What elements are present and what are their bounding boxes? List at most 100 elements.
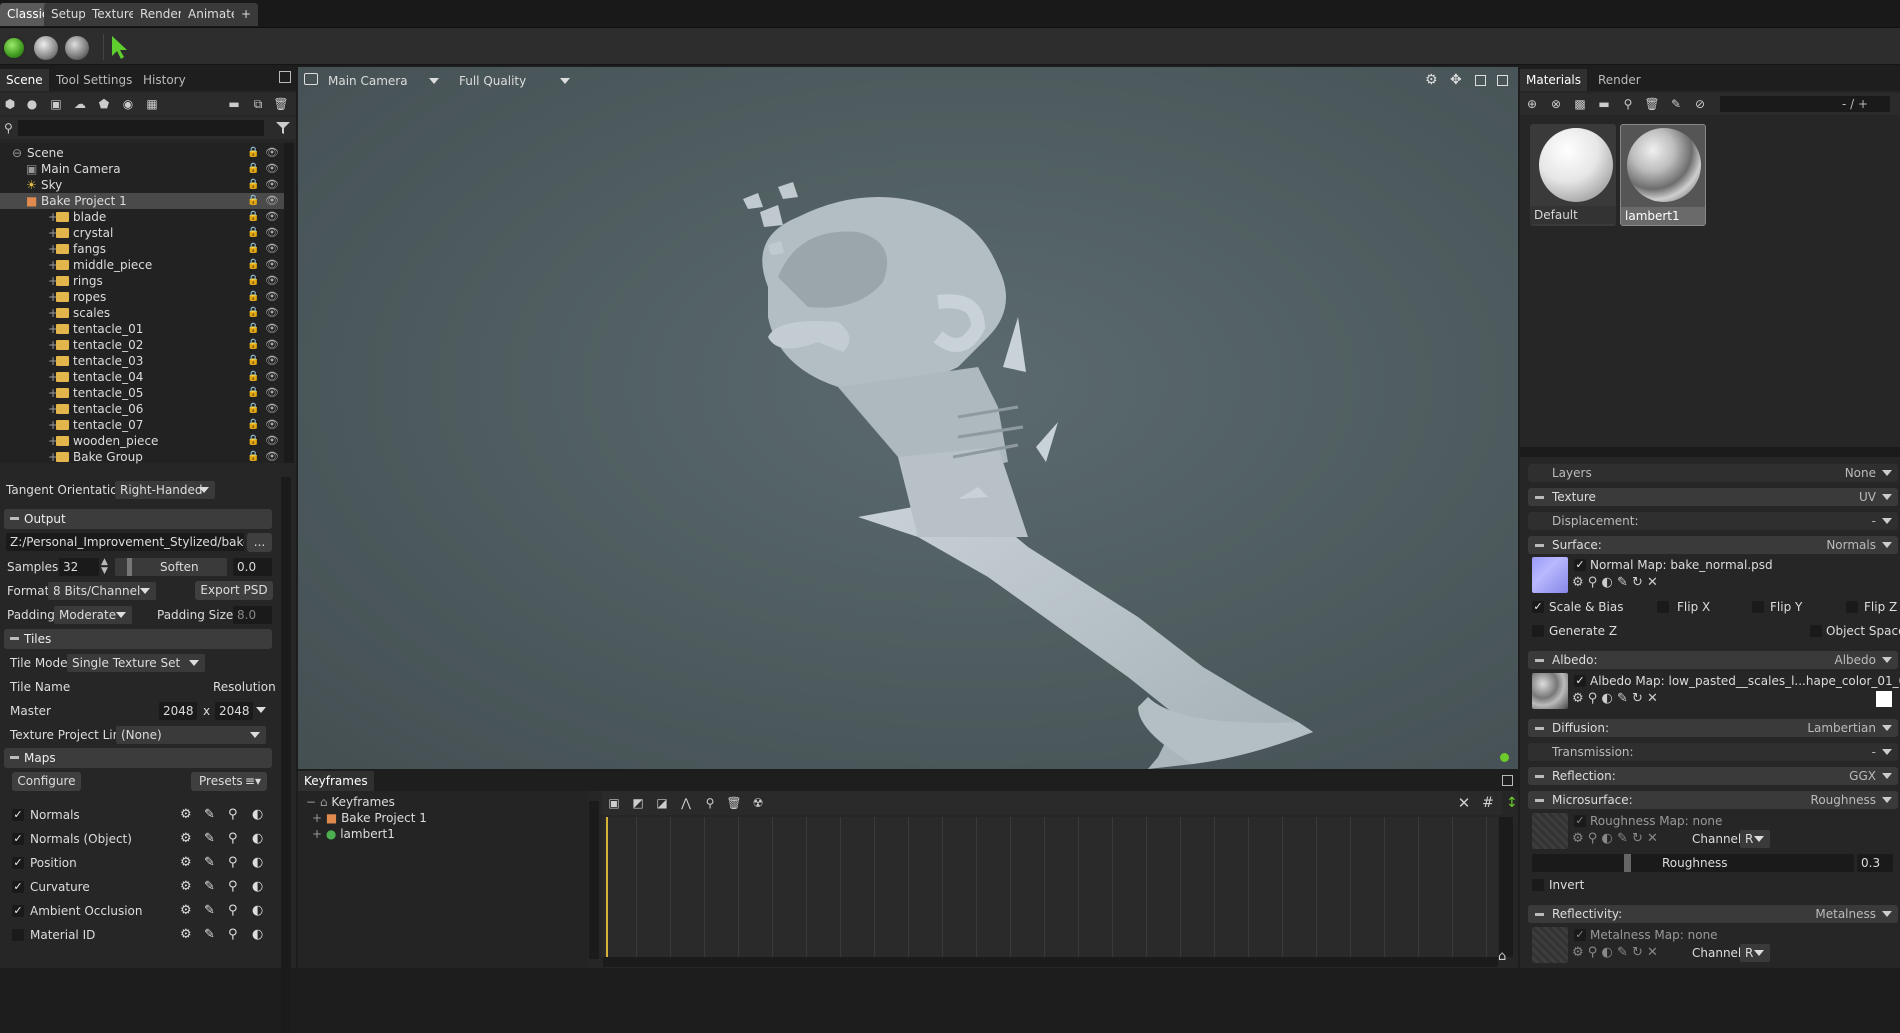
- roughness-slider-handle[interactable]: [1624, 854, 1631, 872]
- diffusion-section[interactable]: Diffusion: Lambertian: [1528, 719, 1898, 737]
- search-input[interactable]: [18, 120, 264, 136]
- lock-icon[interactable]: 🔒: [247, 401, 259, 417]
- surface-section[interactable]: Surface: Normals: [1528, 536, 1898, 554]
- map-settings-icon[interactable]: ⚙: [180, 807, 192, 822]
- material-folder-icon[interactable]: ▬: [1596, 96, 1612, 112]
- lock-icon[interactable]: 🔒: [247, 177, 259, 193]
- map-clear-icon[interactable]: ✕: [1647, 831, 1658, 846]
- tab-history[interactable]: History: [137, 69, 192, 91]
- scene-tree-item[interactable]: + crystal 🔒 👁: [0, 225, 286, 241]
- map-pick-icon[interactable]: ◐: [1601, 575, 1616, 590]
- resolution-dropdown-icon[interactable]: [256, 707, 266, 713]
- visibility-icon[interactable]: 👁: [265, 449, 279, 465]
- metalness-map-thumbnail[interactable]: [1532, 927, 1568, 963]
- bake-map-checkbox[interactable]: ✓: [12, 857, 24, 869]
- key-select-icon[interactable]: ▣: [606, 795, 622, 811]
- map-search-icon[interactable]: ⚲: [1588, 945, 1602, 960]
- scene-tree-item[interactable]: + tentacle_03 🔒 👁: [0, 353, 286, 369]
- matcap-mode-icon[interactable]: [65, 36, 89, 60]
- bake-map-checkbox[interactable]: ✓: [12, 905, 24, 917]
- map-edit-icon[interactable]: ✎: [204, 903, 215, 918]
- metalness-map-checkbox[interactable]: ✓: [1574, 929, 1586, 941]
- add-keyframe-icon[interactable]: ▦: [144, 96, 160, 112]
- reflection-section[interactable]: Reflection: GGX: [1528, 767, 1898, 785]
- scene-tree-item[interactable]: ☀ Sky 🔒 👁: [0, 177, 286, 193]
- displacement-row[interactable]: Displacement: -: [1528, 512, 1898, 530]
- map-search-icon[interactable]: ⚲: [1588, 691, 1602, 706]
- lit-mode-icon[interactable]: [34, 36, 58, 60]
- soften-slider[interactable]: Soften: [115, 558, 227, 576]
- normal-map-thumbnail[interactable]: [1532, 557, 1568, 593]
- add-light-icon[interactable]: ●: [24, 96, 40, 112]
- map-clear-icon[interactable]: ✕: [1647, 691, 1658, 706]
- key-linear-icon[interactable]: ◩: [630, 795, 646, 811]
- map-edit-icon[interactable]: ✎: [1617, 691, 1632, 706]
- map-search-icon[interactable]: ⚲: [228, 855, 238, 870]
- visibility-icon[interactable]: 👁: [265, 433, 279, 449]
- texture-section[interactable]: Texture UV: [1528, 488, 1898, 506]
- lock-icon[interactable]: 🔒: [247, 305, 259, 321]
- key-delete-icon[interactable]: 🗑: [726, 795, 742, 811]
- keyframes-bake-project[interactable]: + ■ Bake Project 1: [312, 811, 427, 825]
- map-preview-icon[interactable]: ◐: [252, 831, 263, 846]
- roughness-value-field[interactable]: 0.3: [1857, 854, 1893, 872]
- scene-tree-item[interactable]: + Bake Group 🔒 👁: [0, 449, 286, 465]
- generate-z-checkbox[interactable]: [1532, 625, 1544, 637]
- add-mesh-icon[interactable]: ⬟: [96, 96, 112, 112]
- lock-icon[interactable]: 🔒: [247, 289, 259, 305]
- map-settings-icon[interactable]: ⚙: [180, 879, 192, 894]
- lock-icon[interactable]: 🔒: [247, 161, 259, 177]
- map-search-icon[interactable]: ⚲: [1588, 575, 1602, 590]
- output-path-field[interactable]: Z:/Personal_Improvement_Stylized/bake/ba…: [6, 533, 244, 551]
- tile-mode-dropdown[interactable]: Single Texture Set: [67, 654, 205, 672]
- visibility-icon[interactable]: 👁: [265, 337, 279, 353]
- map-clear-icon[interactable]: ✕: [1647, 945, 1658, 960]
- visibility-icon[interactable]: 👁: [265, 209, 279, 225]
- tiles-section-header[interactable]: Tiles: [4, 629, 272, 649]
- map-reload-icon[interactable]: ↻: [1632, 831, 1647, 846]
- visibility-icon[interactable]: 👁: [265, 417, 279, 433]
- tab-scene[interactable]: Scene: [0, 69, 49, 91]
- keyframes-root[interactable]: − ⌂ Keyframes: [306, 795, 395, 809]
- settings-scrollbar[interactable]: [281, 477, 291, 1033]
- scene-tree-item[interactable]: + tentacle_06 🔒 👁: [0, 401, 286, 417]
- layers-row[interactable]: Layers None: [1528, 464, 1898, 482]
- scene-tree-item[interactable]: + tentacle_02 🔒 👁: [0, 337, 286, 353]
- add-camera-icon[interactable]: ▣: [48, 96, 64, 112]
- visibility-icon[interactable]: 👁: [265, 225, 279, 241]
- resolution-height-field[interactable]: 2048: [215, 702, 253, 720]
- material-lambert1[interactable]: lambert1: [1620, 124, 1706, 226]
- visibility-icon[interactable]: 👁: [265, 353, 279, 369]
- apply-material-icon[interactable]: ⊘: [1692, 96, 1708, 112]
- padding-size-field[interactable]: 8.0: [233, 606, 272, 624]
- configure-button[interactable]: Configure: [12, 772, 81, 791]
- delete-material-icon[interactable]: 🗑: [1644, 96, 1660, 112]
- lock-icon[interactable]: 🔒: [247, 353, 259, 369]
- flip-y-checkbox[interactable]: [1752, 601, 1764, 613]
- map-pick-icon[interactable]: ◐: [1601, 945, 1616, 960]
- visibility-icon[interactable]: 👁: [265, 241, 279, 257]
- scene-tree-item[interactable]: + blade 🔒 👁: [0, 209, 286, 225]
- popout-icon[interactable]: [279, 71, 291, 83]
- reflectivity-section[interactable]: Reflectivity: Metalness: [1528, 905, 1898, 923]
- object-space-checkbox[interactable]: [1810, 625, 1822, 637]
- scene-tree-item[interactable]: + rings 🔒 👁: [0, 273, 286, 289]
- scene-tree-item[interactable]: + scales 🔒 👁: [0, 305, 286, 321]
- visibility-icon[interactable]: 👁: [265, 273, 279, 289]
- scene-tree-item[interactable]: + fangs 🔒 👁: [0, 241, 286, 257]
- map-clear-icon[interactable]: ✕: [1647, 575, 1658, 590]
- add-sky-icon[interactable]: ☁: [72, 96, 88, 112]
- visibility-icon[interactable]: 👁: [265, 321, 279, 337]
- bake-map-checkbox[interactable]: ✓: [12, 833, 24, 845]
- keyframes-tree-scrollbar[interactable]: [589, 801, 599, 959]
- map-preview-icon[interactable]: ◐: [252, 927, 263, 942]
- browse-output-button[interactable]: ...: [247, 533, 272, 552]
- tab-tool-settings[interactable]: Tool Settings: [50, 69, 138, 91]
- keyframes-lambert1[interactable]: + ● lambert1: [312, 827, 395, 841]
- 3d-viewport[interactable]: Main Camera Full Quality ⚙ ✥: [298, 67, 1518, 769]
- transmission-row[interactable]: Transmission: -: [1528, 743, 1898, 761]
- metalness-channel-dropdown[interactable]: R: [1740, 944, 1770, 962]
- map-edit-icon[interactable]: ✎: [204, 831, 215, 846]
- map-search-icon[interactable]: ⚲: [228, 903, 238, 918]
- map-search-icon[interactable]: ⚲: [228, 807, 238, 822]
